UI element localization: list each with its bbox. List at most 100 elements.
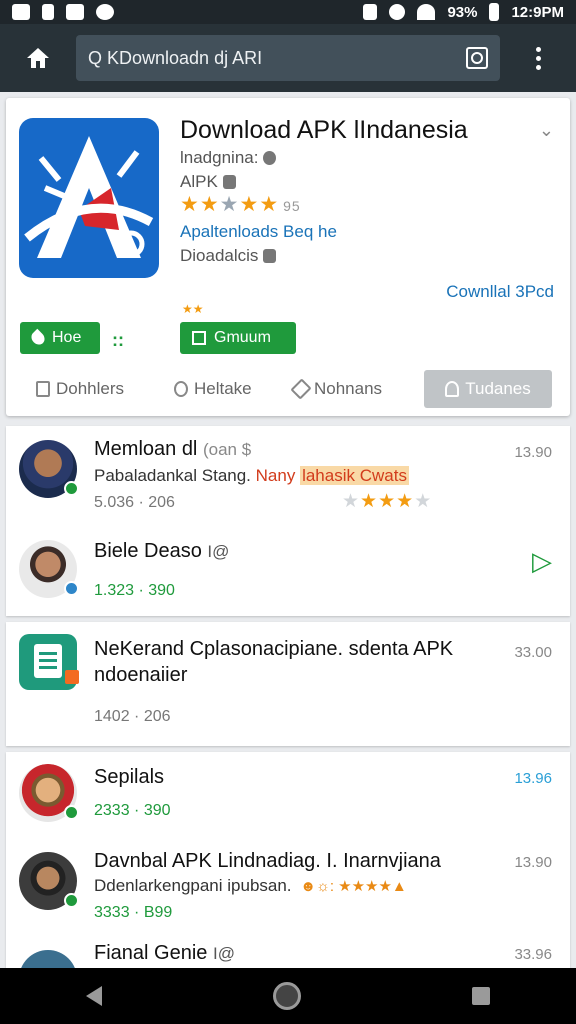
compass-icon: [96, 4, 114, 20]
review-time: 33.96: [514, 946, 552, 963]
share-icon: [290, 378, 312, 400]
review-title: Memloan dl (oan $: [94, 438, 252, 460]
list-item[interactable]: Memloan dl (oan $ Pabaladankal Stang. Na…: [6, 426, 570, 526]
review-subtitle: Ddenlarkengpani ipubsan. ☻☼: ★★★★▲: [94, 876, 407, 895]
review-title: Davnbal APK Lindnadiag. I. Inarnvjiana: [94, 850, 441, 872]
review-title-line-2: ndoenaiier: [94, 664, 188, 686]
review-time: 33.00: [514, 644, 552, 661]
alarm-icon: [389, 4, 406, 20]
review-list-card: Memloan dl (oan $ Pabaladankal Stang. Na…: [6, 426, 570, 616]
battery-percent: 93%: [447, 3, 478, 21]
url-bar[interactable]: Q KDownloadn dj ARI: [76, 35, 500, 81]
review-stars: ★★★★★: [342, 491, 433, 512]
highlight-tag: lahasik Cwats: [300, 466, 409, 485]
clock: 12:9PM: [511, 3, 564, 21]
app-meta-line-2: AlPK: [180, 172, 236, 192]
status-bar: 93% 12:9PM: [0, 0, 576, 24]
review-time: 13.90: [514, 854, 552, 871]
app-meta-2: AlPK: [180, 172, 218, 191]
star-icon: ★: [219, 193, 240, 216]
tab-downloads[interactable]: Dohhlers: [36, 370, 124, 408]
star-icon: ★: [180, 193, 200, 216]
verified-badge-icon: [64, 581, 79, 596]
star-icon: ★: [239, 193, 260, 216]
review-title: Fianal Genie I@: [94, 942, 235, 964]
list-item[interactable]: NeKerand Cplasonacipiane. sdenta APK ndo…: [6, 622, 570, 746]
list-item[interactable]: Fianal Genie I@ 33.96: [6, 940, 570, 968]
battery-icon: [489, 3, 500, 21]
review-stats: 2333 · 390: [94, 802, 171, 819]
review-list-card: Sepilals 2333 · 390 13.96 Davnbal APK Li…: [6, 752, 570, 968]
more-button[interactable]: Hoe: [20, 322, 100, 354]
more-button-label: Hoe: [52, 329, 82, 346]
tab-label: Nohnans: [314, 379, 383, 398]
system-nav-bar: [0, 968, 576, 1024]
home-button[interactable]: [0, 24, 76, 92]
install-button[interactable]: Gmuum: [180, 322, 296, 354]
app-details-card: Download APK lIndanesia ⌄ lnadgnina: AlP…: [6, 98, 570, 416]
review-stats: 3333 · B99: [94, 904, 173, 921]
bell-icon: [445, 381, 460, 397]
browser-toolbar: Q KDownloadn dj ARI: [0, 24, 576, 92]
avatar[interactable]: [19, 540, 79, 598]
link-icon: [174, 381, 188, 397]
app-rating-stars: ★★★★★ 95: [180, 192, 301, 217]
avatar[interactable]: [19, 764, 79, 822]
status-left: [12, 4, 114, 20]
review-title: Biele Deaso I@: [94, 540, 230, 562]
category-icon: [263, 249, 277, 263]
notification-icon: [12, 4, 30, 20]
info-icon: [263, 151, 277, 165]
overflow-menu-icon: [535, 46, 541, 70]
recents-icon[interactable]: [472, 987, 491, 1005]
back-icon[interactable]: [85, 986, 102, 1006]
url-text: Q KDownloadn dj ARI: [88, 47, 263, 68]
status-right: 93% 12:9PM: [363, 3, 564, 21]
tab-updates[interactable]: Tudanes: [424, 370, 552, 408]
review-list-card: NeKerand Cplasonacipiane. sdenta APK ndo…: [6, 622, 570, 746]
tab-label: Tudanes: [465, 379, 531, 398]
verified-badge-icon: [64, 481, 79, 496]
list-item[interactable]: Davnbal APK Lindnadiag. I. Inarnvjiana D…: [6, 836, 570, 928]
phone-icon: [42, 4, 54, 20]
review-title: Sepilals: [94, 766, 165, 788]
lock-icon[interactable]: [466, 47, 488, 69]
download-link[interactable]: Cownllal 3Pcd: [446, 282, 554, 302]
leaf-icon: [28, 328, 48, 348]
app-logo-icon: [24, 136, 154, 258]
download-icon: [36, 381, 50, 397]
review-time: 13.90: [514, 444, 552, 461]
review-stats: 1402 · 206: [94, 708, 171, 725]
app-category: Dioadalcis: [180, 246, 259, 265]
overflow-menu-button[interactable]: [500, 46, 576, 70]
verified-badge-icon: [64, 893, 79, 908]
tab-label: Heltake: [194, 379, 252, 398]
list-item[interactable]: Sepilals 2333 · 390 13.96: [6, 752, 570, 836]
rating-count: 95: [283, 198, 301, 214]
app-icon[interactable]: [19, 118, 159, 278]
grid-icon: [192, 331, 206, 345]
document-app-icon[interactable]: [19, 634, 79, 690]
tab-nomans[interactable]: Nohnans: [290, 370, 383, 408]
message-icon: [66, 4, 84, 20]
review-stats: 5.036 · 206: [94, 494, 175, 511]
chevron-down-icon[interactable]: ⌄: [539, 120, 554, 141]
app-meta-line-1: lnadgnina:: [180, 148, 277, 168]
tab-label: Dohhlers: [56, 379, 125, 398]
tab-helptake[interactable]: Heltake: [174, 370, 252, 408]
review-subtitle: Pabaladankal Stang. Nany lahasik Cwats: [94, 466, 409, 485]
wifi-icon: [417, 4, 436, 20]
avatar[interactable]: [19, 440, 79, 498]
star-icon: ★: [259, 193, 280, 216]
list-item[interactable]: Biele Deaso I@ 1.323 · 390 ▷: [6, 526, 570, 616]
avatar[interactable]: [19, 852, 79, 910]
badge-icon: [222, 175, 236, 189]
home-nav-icon[interactable]: [272, 982, 301, 1010]
chevron-right-icon[interactable]: ▷: [532, 546, 552, 577]
avatar[interactable]: [19, 950, 77, 968]
review-stats: 1.323 · 390: [94, 582, 175, 599]
review-title: NeKerand Cplasonacipiane. sdenta APK: [94, 638, 454, 660]
developer-link[interactable]: Apaltenloads Beq he: [180, 222, 337, 242]
home-icon: [27, 48, 49, 68]
separator-icon: ::: [112, 330, 124, 350]
